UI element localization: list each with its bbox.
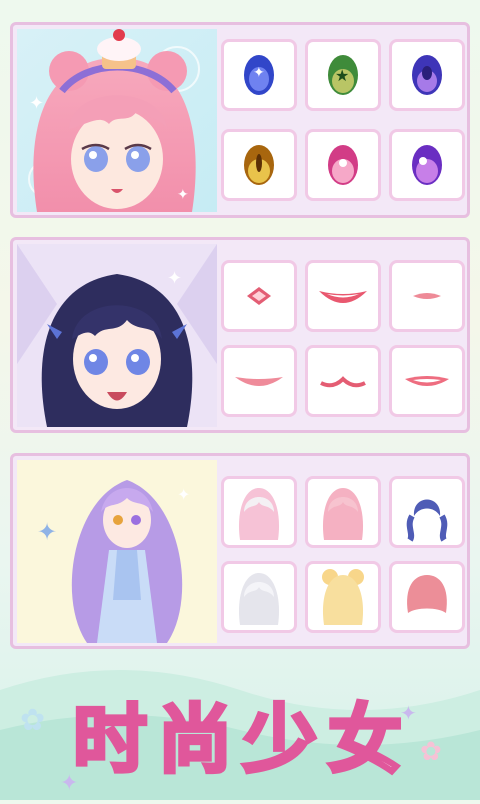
navy-hair-girl-portrait: ✦ [17,244,217,427]
smile-mouth-icon [319,291,367,303]
pink-bob-hair-icon [407,575,447,613]
game-title: 时 尚 少 女 [70,690,410,790]
hair-option-silver[interactable] [221,561,297,633]
mouth-option-wide[interactable] [221,345,297,417]
hair-options-grid [221,460,465,643]
eyes-panel: ✦ ✦ ✦ ★ [10,22,470,218]
cat-mouth-icon [320,376,366,388]
pink-hair-girl-portrait: ✦ ✦ [17,29,217,212]
eye-option-purple[interactable] [389,39,465,111]
svg-text:✦: ✦ [29,93,44,114]
mouth-option-smile[interactable] [305,260,381,332]
mouth-option-small[interactable] [221,260,297,332]
navy-twin-hair-icon [406,499,448,542]
svg-text:✿: ✿ [420,737,442,767]
open-mouth-icon [405,376,449,386]
white-pink-hair-icon [238,488,280,540]
eye-option-violet[interactable] [389,129,465,201]
title-char-2: 尚 [156,695,234,785]
hair-option-pink-bob[interactable] [389,561,465,633]
hair-panel: ✦ ✦ [10,453,470,649]
hair-option-navy-twin[interactable] [389,476,465,548]
mouth-option-cat[interactable] [305,345,381,417]
svg-text:✦: ✦ [253,65,265,81]
svg-text:✦: ✦ [37,518,57,546]
blue-eye-icon: ✦ [244,55,274,95]
svg-text:★: ★ [335,66,349,85]
hair-option-blonde-bun[interactable] [305,561,381,633]
svg-text:✿: ✿ [20,703,45,738]
amber-eye-icon [244,145,274,185]
title-char-4: 女 [326,695,404,785]
hair-option-white-pink[interactable] [221,476,297,548]
wide-mouth-icon [235,377,283,386]
eye-option-pink[interactable] [305,129,381,201]
violet-eye-icon [412,145,442,185]
title-char-1: 时 [71,695,149,785]
pink-eye-icon [328,145,358,185]
eye-option-amber[interactable] [221,129,297,201]
silver-hair-icon [238,573,280,625]
mouth-option-open[interactable] [389,345,465,417]
small-mouth-icon [247,287,271,305]
eye-options-grid: ✦ ★ [221,29,465,212]
svg-text:✦: ✦ [177,187,189,203]
blonde-bun-hair-icon [322,569,364,625]
mouths-panel: ✦ [10,237,470,433]
green-eye-icon: ★ [328,55,358,95]
title-char-3: 少 [241,695,319,785]
svg-text:✦: ✦ [167,268,182,289]
hair-option-pink-long[interactable] [305,476,381,548]
eye-option-blue[interactable]: ✦ [221,39,297,111]
mouth-options-grid [221,244,465,427]
purple-eye-icon [412,55,442,95]
pink-long-hair-icon [322,488,364,540]
svg-text:✦: ✦ [177,485,190,504]
mouth-option-closed[interactable] [389,260,465,332]
closed-mouth-icon [413,293,441,299]
purple-hair-girl-portrait: ✦ ✦ [17,460,217,643]
eye-option-green[interactable]: ★ [305,39,381,111]
